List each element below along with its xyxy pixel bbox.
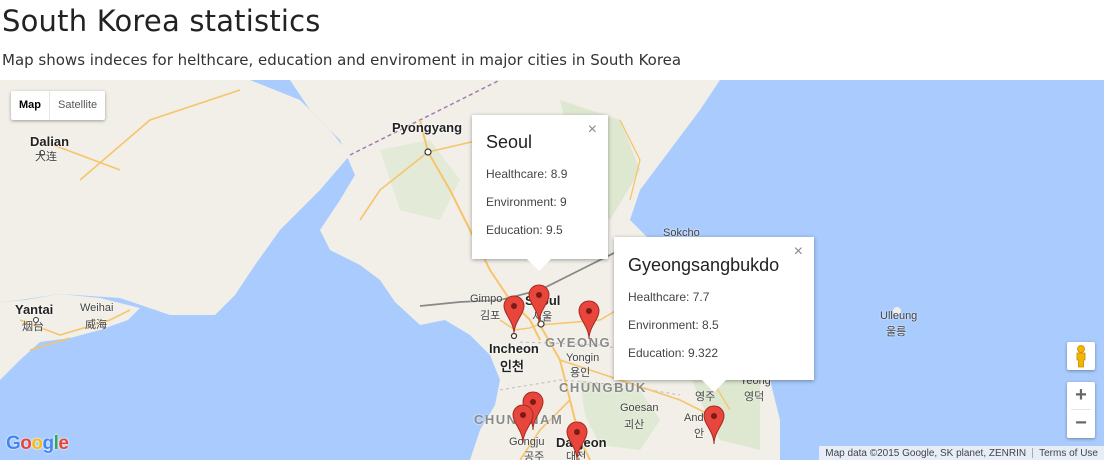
google-logo-letter: g [42,433,55,454]
map-label-gimpo: Gimpo [470,293,503,305]
map-canvas[interactable]: Dalian 大连 Pyongyang Yantai 烟台 Weihai 威海 … [0,80,1104,460]
map-label-dalian: Dalian [30,134,70,149]
google-logo-letter: o [31,433,43,454]
page-title: South Korea statistics [2,4,321,38]
info-window-tail [702,380,726,392]
map-marker-icon[interactable] [578,300,600,340]
zoom-in-button[interactable]: + [1067,382,1095,409]
info-window-healthcare: Healthcare: 8.9 [486,167,568,181]
zoom-control: + − [1067,382,1095,438]
info-window-title: Gyeongsangbukdo [628,255,780,275]
info-window-tail [527,259,551,271]
map-marker-icon[interactable] [512,404,534,444]
map-label-chungbuk-region: CHUNGBUK [559,380,647,395]
map-marker-icon[interactable] [703,405,725,445]
info-window-education: Education: 9.322 [628,346,719,360]
map-label-gimpo-native: 김포 [480,310,501,322]
map-label-goesan-native: 괴산 [624,419,645,431]
zoom-out-button[interactable]: − [1067,410,1095,437]
map-label-yongin-native: 용인 [570,367,591,379]
map-label-dalian-native: 大连 [35,151,57,163]
map-marker-icon[interactable] [503,295,525,335]
map-label-goesan: Goesan [620,402,659,414]
terms-of-use-link[interactable]: Terms of Use [1033,448,1104,459]
info-window-healthcare: Healthcare: 7.7 [628,290,710,304]
info-window-environment: Environment: 9 [486,195,567,209]
google-logo-letter: o [20,433,32,454]
page-subtitle: Map shows indeces for helthcare, educati… [2,51,682,69]
info-window-gyeongsangbukdo: Gyeongsangbukdo Healthcare: 7.7 Environm… [614,237,814,392]
map-type-map-button[interactable]: Map [11,91,49,120]
google-logo-letter: e [58,433,69,454]
map-label-ulleung: Ulleung [880,310,918,322]
map-type-control: Map Satellite [11,91,106,120]
map-label-ulleung-native: 울릉 [886,326,907,338]
map-marker-icon[interactable] [566,421,588,460]
map-label-incheon: Incheon [489,341,539,356]
info-window-education: Education: 9.5 [486,223,563,237]
pegman-figure [1076,345,1086,368]
map-label-andong: And [684,412,704,424]
map-label-gongju-native: 공주 [524,451,545,460]
pegman-icon[interactable] [1067,342,1095,370]
map-label-weihai: Weihai [80,302,114,314]
close-icon[interactable]: × [794,243,803,261]
map-attribution: Map data ©2015 Google, SK planet, ZENRIN… [819,446,1104,460]
map-label-yantai-native: 烟台 [22,321,44,333]
map-label-weihai-native: 威海 [85,319,107,331]
map-label-yongin: Yongin [566,352,600,364]
map-label-incheon-native: 인천 [500,359,524,374]
google-logo-letter: G [6,433,21,454]
map-data-credit: Map data ©2015 Google, SK planet, ZENRIN [825,447,1027,459]
map-type-satellite-button[interactable]: Satellite [50,91,105,120]
google-logo[interactable]: Google [6,433,69,455]
map-marker-icon[interactable] [528,284,550,324]
map-label-pyongyang: Pyongyang [392,120,463,135]
close-icon[interactable]: × [588,121,597,139]
info-window-seoul: Seoul Healthcare: 8.9 Environment: 9 Edu… [472,115,608,271]
map-label-yeongdeok-native: 영덕 [744,391,765,403]
info-window-title: Seoul [486,132,533,152]
map-label-yantai: Yantai [15,302,54,317]
info-window-environment: Environment: 8.5 [628,318,719,332]
